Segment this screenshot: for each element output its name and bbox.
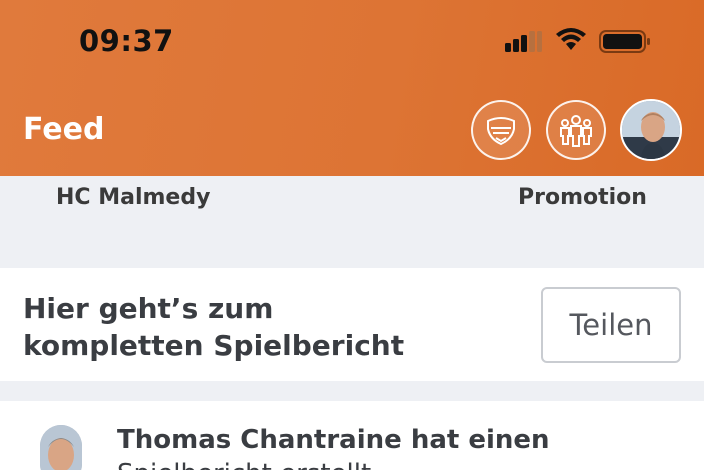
team-members-button[interactable] xyxy=(546,100,606,160)
status-time: 09:37 xyxy=(79,24,174,58)
post-text: Thomas Chantraine hat einen Spielbericht… xyxy=(117,423,697,470)
battery-icon xyxy=(599,30,650,53)
page-title: Feed xyxy=(23,112,105,147)
home-team-name: HC Malmedy xyxy=(56,185,211,210)
cellular-signal-icon xyxy=(505,30,543,52)
match-report-card: Hier geht’s zum kompletten Spielbericht … xyxy=(0,268,704,381)
divider xyxy=(0,381,704,401)
club-badge-button[interactable] xyxy=(471,100,531,160)
post-object[interactable]: Spielbericht xyxy=(117,459,272,470)
feed-post[interactable]: Thomas Chantraine hat einen Spielbericht… xyxy=(0,401,704,470)
away-team-name: Promotion xyxy=(518,185,647,210)
profile-avatar[interactable] xyxy=(620,99,682,161)
avatar[interactable] xyxy=(40,425,82,470)
wifi-icon xyxy=(556,28,586,50)
team-members-icon xyxy=(560,115,592,147)
avatar-photo xyxy=(622,101,680,159)
post-author-action: Thomas Chantraine hat einen xyxy=(117,425,550,455)
share-button[interactable]: Teilen xyxy=(541,287,681,363)
match-teams: HC Malmedy Promotion xyxy=(0,176,704,266)
avatar-photo xyxy=(40,425,82,470)
app-header: 09:37 Feed xyxy=(0,0,704,176)
report-link-text[interactable]: Hier geht’s zum kompletten Spielbericht xyxy=(23,290,443,364)
club-badge-icon xyxy=(487,117,515,146)
post-verb: erstellt xyxy=(280,459,371,470)
